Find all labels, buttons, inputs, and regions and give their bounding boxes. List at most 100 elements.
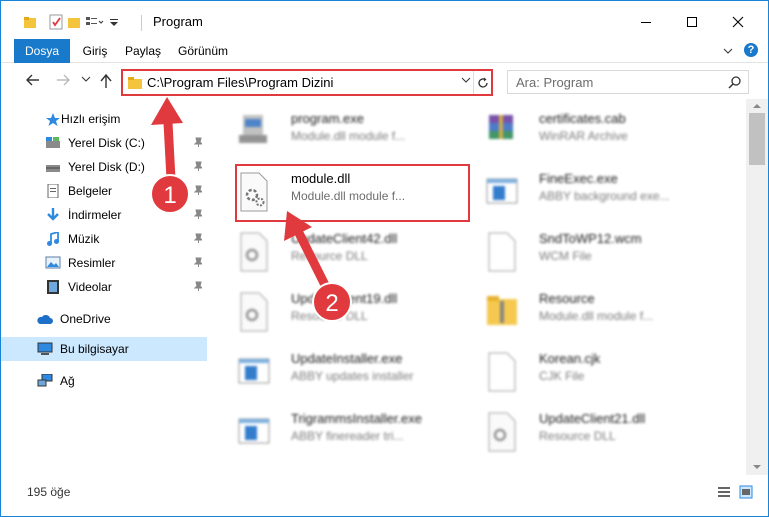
expand-ribbon-icon[interactable] (722, 46, 734, 56)
file-description: ABBY finereader tri... (291, 429, 404, 443)
sidebar-item-quick-access[interactable]: Hızlı erişim (1, 107, 207, 131)
close-icon (732, 16, 744, 28)
pin-icon[interactable] (194, 233, 202, 243)
winrar-icon (489, 115, 513, 139)
pictures-icon (45, 256, 61, 269)
up-arrow-icon[interactable] (99, 73, 113, 89)
pin-icon[interactable] (194, 185, 202, 195)
file-description: Resource DLL (291, 249, 368, 263)
file-item[interactable]: certificates.cab WinRAR Archive (459, 103, 699, 159)
view-options-icon[interactable] (85, 15, 105, 32)
address-bar[interactable]: C:\Program Files\Program Dizini (121, 69, 493, 96)
computer-icon (37, 342, 53, 355)
file-item[interactable]: UpdateClient42.dll Resource DLL (211, 223, 451, 279)
help-button[interactable]: ? (744, 43, 758, 57)
sidebar-item-local-disk-d[interactable]: Yerel Disk (D:) (1, 155, 207, 179)
scroll-down-icon[interactable] (752, 463, 762, 471)
sidebar-item-label: Belgeler (68, 184, 113, 198)
window-title: Program (153, 14, 203, 29)
minimize-icon (641, 22, 651, 23)
download-icon (47, 208, 59, 221)
zip-folder-icon (487, 296, 517, 325)
file-item[interactable]: program.exe Module.dll module f... (211, 103, 451, 159)
file-description: CJK File (539, 369, 585, 383)
blank-file-icon (488, 352, 516, 392)
back-arrow-icon[interactable] (25, 73, 41, 87)
details-view-icon[interactable] (717, 485, 731, 499)
pin-icon[interactable] (194, 137, 202, 147)
customize-toolbar-icon[interactable] (109, 15, 119, 32)
file-item[interactable]: Resource Module.dll module f... (459, 283, 699, 339)
tab-home[interactable]: Giriş (77, 39, 113, 63)
minimize-button[interactable] (623, 1, 669, 43)
file-name: certificates.cab (539, 111, 626, 126)
disk-icon (46, 137, 60, 148)
vertical-scrollbar[interactable] (746, 99, 768, 475)
large-icons-view-icon[interactable] (739, 485, 753, 499)
sidebar-item-downloads[interactable]: İndirmeler (1, 203, 207, 227)
sidebar-item-documents[interactable]: Belgeler (1, 179, 207, 203)
sidebar-item-label: Müzik (68, 232, 100, 246)
file-item[interactable]: UpdateClient19.dll Resource DLL (211, 283, 451, 339)
file-name: UpdateClient42.dll (291, 231, 398, 246)
pin-icon[interactable] (194, 209, 202, 219)
exe-window-icon (238, 358, 270, 384)
search-box[interactable]: Ara: Program (507, 70, 749, 94)
file-item[interactable]: UpdateInstaller.exe ABBY updates install… (211, 343, 451, 399)
sidebar-item-label: İndirmeler (68, 208, 122, 222)
sidebar-item-local-disk-c[interactable]: Yerel Disk (C:) (1, 131, 207, 155)
properties-icon[interactable] (49, 14, 63, 33)
file-description: WCM File (539, 249, 592, 263)
file-description: Resource DLL (291, 309, 368, 323)
pin-icon[interactable] (194, 281, 202, 291)
new-folder-icon[interactable] (67, 15, 81, 32)
sidebar-item-music[interactable]: Müzik (1, 227, 207, 251)
file-name: Resource (539, 291, 595, 306)
sidebar-item-label: Bu bilgisayar (60, 342, 129, 356)
search-icon[interactable] (728, 75, 742, 89)
scrollbar-thumb[interactable] (749, 113, 765, 165)
file-item[interactable]: UpdateClient21.dll Resource DLL (459, 403, 699, 459)
file-item[interactable]: Korean.cjk CJK File (459, 343, 699, 399)
sidebar-item-label: Yerel Disk (D:) (68, 160, 145, 174)
sidebar-item-onedrive[interactable]: OneDrive (1, 307, 207, 331)
dll-gear-icon (240, 292, 268, 332)
sidebar-item-pictures[interactable]: Resimler (1, 251, 207, 275)
scroll-up-icon[interactable] (752, 102, 762, 110)
title-separator (141, 15, 142, 31)
title-bar: Program (1, 1, 768, 43)
file-name: FineExec.exe (539, 171, 618, 186)
address-dropdown-icon[interactable] (461, 77, 471, 85)
file-name: Korean.cjk (539, 351, 601, 366)
network-icon (37, 374, 53, 387)
file-name: program.exe (291, 111, 364, 126)
recent-locations-icon[interactable] (81, 76, 91, 84)
sidebar-item-this-pc[interactable]: Bu bilgisayar (1, 337, 207, 361)
sidebar-item-network[interactable]: Ağ (1, 369, 207, 393)
file-item[interactable]: FineExec.exe ABBY background exe... (459, 163, 699, 219)
close-button[interactable] (715, 1, 761, 43)
module-dll-highlight-box (235, 164, 470, 222)
file-name: TrigrammsInstaller.exe (291, 411, 422, 426)
file-name: SndToWP12.wcm (539, 231, 642, 246)
sidebar-item-label: Videolar (68, 280, 112, 294)
pin-icon[interactable] (194, 161, 202, 171)
address-path[interactable]: C:\Program Files\Program Dizini (147, 75, 333, 90)
exe-window-icon (238, 418, 270, 444)
file-description: ABBY background exe... (539, 189, 670, 203)
cloud-icon (37, 314, 53, 324)
pin-icon[interactable] (194, 257, 202, 267)
file-item[interactable]: SndToWP12.wcm WCM File (459, 223, 699, 279)
file-item[interactable]: TrigrammsInstaller.exe ABBY finereader t… (211, 403, 451, 459)
search-input[interactable]: Ara: Program (516, 75, 593, 90)
tab-share[interactable]: Paylaş (121, 39, 165, 63)
forward-arrow-icon[interactable] (55, 73, 71, 87)
sidebar-item-label: Yerel Disk (C:) (68, 136, 145, 150)
refresh-button[interactable] (473, 71, 491, 94)
file-description: Module.dll module f... (539, 309, 654, 323)
sidebar-item-videos[interactable]: Videolar (1, 275, 207, 299)
tab-view[interactable]: Görünüm (175, 39, 231, 63)
dll-gear-icon (488, 412, 516, 452)
maximize-button[interactable] (669, 1, 715, 43)
videos-icon (47, 280, 59, 294)
